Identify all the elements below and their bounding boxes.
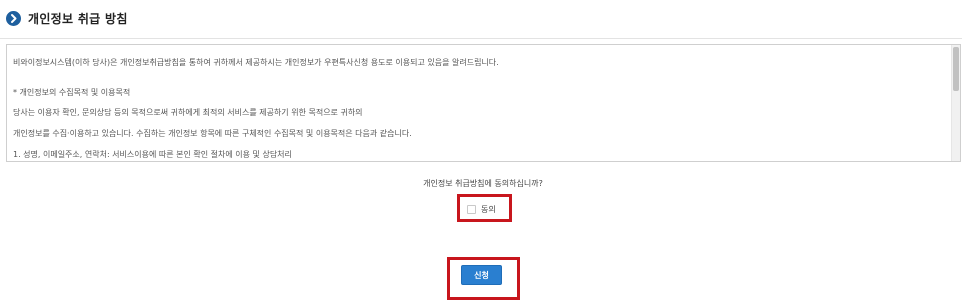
policy-line: 개인정보를 수집·이용하고 있습니다. 수집하는 개인정보 항목에 따른 구체적…: [13, 129, 412, 138]
submit-button[interactable]: 신청: [461, 265, 502, 285]
page-header: 개인정보 취급 방침: [0, 0, 962, 39]
agree-label[interactable]: 동의: [481, 204, 496, 215]
scrollbar-thumb[interactable]: [953, 47, 959, 91]
privacy-policy-textbox[interactable]: 비와이정보시스템(이하 당사)은 개인정보취급방침을 통하여 귀하께서 제공하시…: [6, 44, 961, 162]
policy-line: 1. 성명, 이메일주소, 연락처: 서비스이용에 따른 본인 확인 절차에 이…: [13, 150, 292, 159]
policy-line: 비와이정보시스템(이하 당사)은 개인정보취급방침을 통하여 귀하께서 제공하시…: [13, 58, 499, 67]
chevron-right-circle-icon: [6, 11, 21, 26]
policy-scrollbar[interactable]: [951, 45, 960, 161]
agree-checkbox[interactable]: [467, 204, 476, 214]
agree-option[interactable]: 동의: [467, 203, 496, 215]
policy-line: 당사는 이용자 확인, 문의상담 등의 목적으로써 귀하에게 최적의 서비스를 …: [13, 108, 363, 117]
policy-line: * 개인정보의 수집목적 및 이용목적: [13, 88, 131, 97]
page-title: 개인정보 취급 방침: [28, 12, 128, 26]
consent-question: 개인정보 취급방침에 동의하십니까?: [423, 179, 543, 188]
